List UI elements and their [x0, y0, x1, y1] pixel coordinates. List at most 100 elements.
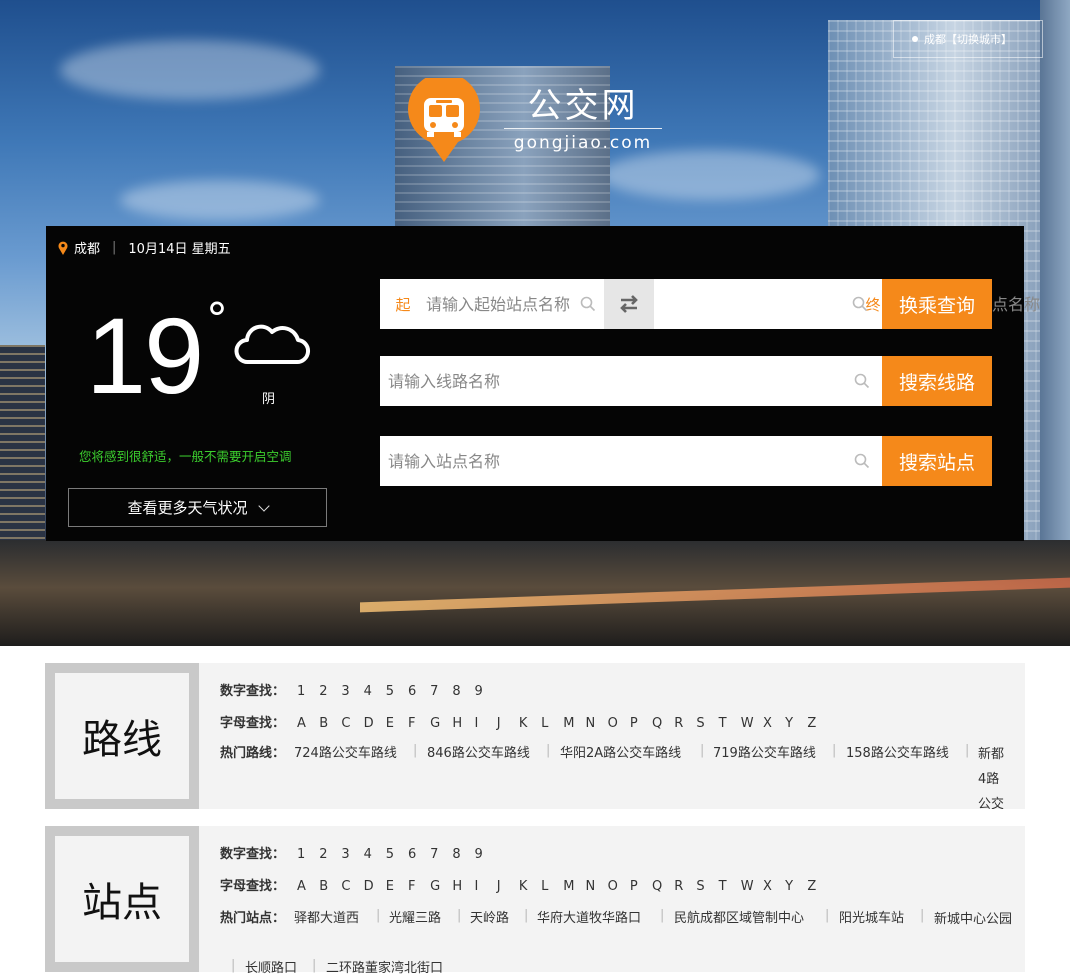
stop-letter-link[interactable]: M — [563, 879, 585, 894]
hot-stop-link[interactable]: 新城中心公园 — [934, 907, 1012, 932]
route-number-link[interactable]: 7 — [430, 684, 452, 699]
hot-stop-link[interactable]: 华府大道牧华路口 — [537, 907, 641, 926]
line-name-input[interactable] — [380, 357, 840, 405]
hot-stop-link[interactable]: 光耀三路 — [389, 907, 441, 926]
location-dot-icon — [912, 36, 918, 42]
hot-stop-link[interactable]: 驿都大道西 — [294, 907, 359, 926]
route-letter-link[interactable]: R — [674, 716, 696, 731]
stop-number-link[interactable]: 1 — [297, 847, 319, 862]
stops-number-index: 数字查找： 1 2 3 4 5 6 7 8 9 — [220, 843, 497, 862]
route-number-link[interactable]: 4 — [364, 684, 386, 699]
route-letter-link[interactable]: X — [763, 716, 785, 731]
more-weather-button[interactable]: 查看更多天气状况 — [68, 488, 327, 527]
stop-letter-link[interactable]: S — [696, 879, 718, 894]
hot-route-link[interactable]: 158路公交车路线 — [846, 742, 949, 761]
separator: | — [457, 908, 462, 923]
route-number-link[interactable]: 8 — [452, 684, 474, 699]
route-letter-link[interactable]: P — [630, 716, 652, 731]
stop-number-link[interactable]: 4 — [364, 847, 386, 862]
stop-number-link[interactable]: 6 — [408, 847, 430, 862]
route-number-link[interactable]: 6 — [408, 684, 430, 699]
route-letter-link[interactable]: F — [408, 716, 430, 731]
route-letter-link[interactable]: K — [519, 716, 541, 731]
route-letter-link[interactable]: J — [497, 716, 519, 731]
route-letter-link[interactable]: N — [585, 716, 607, 731]
stop-letter-link[interactable]: P — [630, 879, 652, 894]
separator: | — [660, 908, 665, 923]
search-line-button[interactable]: 搜索线路 — [882, 356, 992, 406]
route-letter-link[interactable]: T — [719, 716, 741, 731]
stop-letter-link[interactable]: F — [408, 879, 430, 894]
route-letter-link[interactable]: W — [741, 716, 763, 731]
route-number-link[interactable]: 2 — [319, 684, 341, 699]
site-logo[interactable]: 公交网 gongjiao.com — [498, 86, 668, 153]
hot-route-link[interactable]: 846路公交车路线 — [427, 742, 530, 761]
hot-stop-link[interactable]: 长顺路口 — [245, 957, 297, 976]
stop-letter-link[interactable]: R — [674, 879, 696, 894]
stop-letter-link[interactable]: T — [719, 879, 741, 894]
stop-letter-link[interactable]: A — [297, 879, 319, 894]
stop-number-link[interactable]: 3 — [341, 847, 363, 862]
search-stop-button[interactable]: 搜索站点 — [882, 436, 992, 486]
hot-stop-link[interactable]: 阳光城车站 — [839, 907, 904, 926]
route-number-link[interactable]: 9 — [475, 684, 497, 699]
search-icon[interactable] — [852, 296, 868, 312]
stop-letter-link[interactable]: B — [319, 879, 341, 894]
stop-number-link[interactable]: 8 — [452, 847, 474, 862]
hot-stop-link[interactable]: 二环路董家湾北街口 — [326, 957, 443, 976]
search-icon[interactable] — [854, 373, 870, 389]
hot-stop-link[interactable]: 天岭路 — [470, 907, 509, 926]
stop-letter-link[interactable]: D — [364, 879, 386, 894]
start-station-input[interactable] — [426, 280, 576, 328]
stop-letter-link[interactable]: O — [608, 879, 630, 894]
route-letter-link[interactable]: E — [386, 716, 408, 731]
route-number-link[interactable]: 5 — [386, 684, 408, 699]
transfer-query-button[interactable]: 换乘查询 — [882, 279, 992, 329]
stop-letter-link[interactable]: G — [430, 879, 452, 894]
stop-name-input[interactable] — [380, 437, 840, 485]
location-pin-icon — [58, 241, 68, 255]
route-letter-link[interactable]: O — [608, 716, 630, 731]
stop-letter-link[interactable]: Y — [785, 879, 807, 894]
stop-letter-link[interactable]: I — [475, 879, 497, 894]
route-letter-link[interactable]: B — [319, 716, 341, 731]
stop-number-link[interactable]: 2 — [319, 847, 341, 862]
hot-route-link[interactable]: 新都4路公交车路 — [978, 742, 1008, 809]
stop-letter-link[interactable]: X — [763, 879, 785, 894]
route-letter-link[interactable]: A — [297, 716, 319, 731]
stop-letter-link[interactable]: K — [519, 879, 541, 894]
route-letter-link[interactable]: H — [452, 716, 474, 731]
stop-letter-link[interactable]: W — [741, 879, 763, 894]
swap-stations-button[interactable] — [604, 279, 654, 329]
route-letter-link[interactable]: S — [696, 716, 718, 731]
route-letter-link[interactable]: Q — [652, 716, 674, 731]
stop-letter-link[interactable]: Z — [807, 879, 829, 894]
stop-letter-link[interactable]: N — [585, 879, 607, 894]
stop-letter-link[interactable]: Q — [652, 879, 674, 894]
hot-route-link[interactable]: 华阳2A路公交车路线 — [560, 742, 681, 761]
route-letter-link[interactable]: Y — [785, 716, 807, 731]
route-number-link[interactable]: 1 — [297, 684, 319, 699]
hot-stop-link[interactable]: 民航成都区域管制中心 — [674, 907, 804, 926]
hot-route-link[interactable]: 719路公交车路线 — [713, 742, 816, 761]
route-letter-link[interactable]: I — [475, 716, 497, 731]
route-letter-link[interactable]: M — [563, 716, 585, 731]
search-icon[interactable] — [580, 296, 596, 312]
stop-number-link[interactable]: 7 — [430, 847, 452, 862]
stop-letter-link[interactable]: H — [452, 879, 474, 894]
route-letter-link[interactable]: C — [341, 716, 363, 731]
city-switch-button[interactable]: 成都【切换城市】 — [893, 20, 1043, 58]
route-letter-link[interactable]: L — [541, 716, 563, 731]
stop-letter-link[interactable]: C — [341, 879, 363, 894]
route-number-link[interactable]: 3 — [341, 684, 363, 699]
search-icon[interactable] — [854, 453, 870, 469]
stop-letter-link[interactable]: L — [541, 879, 563, 894]
route-letter-link[interactable]: D — [364, 716, 386, 731]
stop-number-link[interactable]: 5 — [386, 847, 408, 862]
stop-number-link[interactable]: 9 — [475, 847, 497, 862]
stop-letter-link[interactable]: J — [497, 879, 519, 894]
route-letter-link[interactable]: Z — [807, 716, 829, 731]
route-letter-link[interactable]: G — [430, 716, 452, 731]
stop-letter-link[interactable]: E — [386, 879, 408, 894]
hot-route-link[interactable]: 724路公交车路线 — [294, 742, 397, 761]
